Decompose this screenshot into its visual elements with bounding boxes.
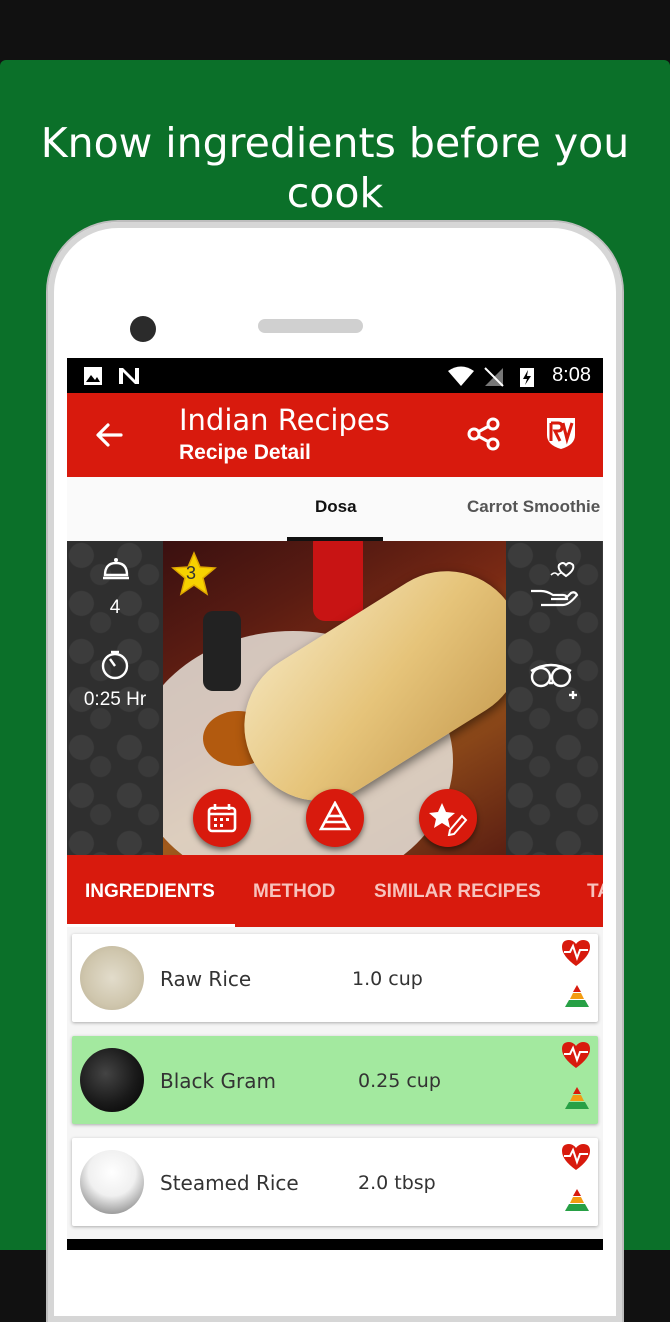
servings-icon [103, 558, 129, 580]
app-title: Indian Recipes [179, 403, 390, 437]
recipe-hero: 3 4 0:25 Hr [67, 541, 603, 855]
app-bar: Indian Recipes Recipe Detail [67, 393, 603, 477]
star-edit-icon [429, 803, 468, 836]
heart-health-icon[interactable] [560, 1142, 592, 1172]
front-camera [130, 316, 156, 342]
add-to-list-owl-icon[interactable] [529, 663, 579, 703]
servings-count: 4 [109, 597, 121, 618]
schedule-button[interactable] [193, 789, 251, 847]
ingredient-name: Black Gram [160, 1069, 276, 1093]
food-pyramid-icon[interactable] [564, 1188, 590, 1212]
ingredient-name: Steamed Rice [160, 1171, 299, 1195]
ingredient-quantity: 2.0 tbsp [358, 1172, 436, 1194]
donate-heart-icon[interactable] [529, 561, 581, 611]
battery-charging-icon [520, 368, 534, 387]
heart-health-icon[interactable] [560, 1040, 592, 1070]
cook-time: 0:25 Hr [83, 689, 147, 710]
app-screen: 8:08 Indian Recipes Recipe Detail Dosa C… [67, 358, 603, 1250]
heart-health-icon[interactable] [560, 938, 592, 968]
rate-recipe-button[interactable] [419, 789, 477, 847]
promo-headline-line1: Know ingredients before you [40, 119, 630, 167]
tab-carrot-smoothie[interactable]: Carrot Smoothie [467, 497, 600, 517]
timer-icon [101, 650, 129, 680]
promo-headline-line2: cook [286, 169, 384, 217]
no-signal-icon [484, 367, 504, 387]
share-icon[interactable] [467, 417, 501, 451]
rating-value: 3 [186, 563, 197, 583]
page-subtitle: Recipe Detail [179, 441, 311, 464]
tab-dosa[interactable]: Dosa [315, 497, 357, 517]
tab-similar-recipes[interactable]: SIMILAR RECIPES [374, 881, 541, 903]
shaker-shape [203, 611, 241, 691]
tab-ingredients[interactable]: INGREDIENTS [85, 881, 215, 903]
ingredient-quantity: 0.25 cup [358, 1070, 441, 1092]
food-pyramid-icon[interactable] [564, 984, 590, 1008]
ingredient-row[interactable]: Steamed Rice 2.0 tbsp [72, 1138, 598, 1226]
image-notification-icon [84, 367, 102, 385]
food-pyramid-icon [319, 801, 351, 831]
ingredient-row[interactable]: Black Gram 0.25 cup [72, 1036, 598, 1124]
calendar-icon [207, 804, 237, 833]
food-pyramid-icon[interactable] [564, 1086, 590, 1110]
status-bar: 8:08 [67, 358, 603, 393]
wifi-icon [448, 366, 474, 386]
promo-headline: Know ingredients before you cook [0, 118, 670, 218]
ingredient-row[interactable]: Raw Rice 1.0 cup [72, 934, 598, 1022]
steamed-rice-image [80, 1150, 144, 1214]
brand-logo-icon[interactable] [544, 415, 578, 451]
raw-rice-image [80, 946, 144, 1010]
recipe-tab-strip: Dosa Carrot Smoothie [67, 477, 603, 541]
nutrition-pyramid-button[interactable] [306, 789, 364, 847]
back-arrow-icon[interactable] [93, 419, 125, 451]
n-notification-icon [119, 368, 139, 384]
tab-truncated[interactable]: TA [587, 881, 603, 903]
status-time: 8:08 [552, 364, 591, 386]
earpiece-speaker [258, 319, 363, 333]
detail-tab-strip: INGREDIENTS METHOD SIMILAR RECIPES TA [67, 855, 603, 927]
ingredient-quantity: 1.0 cup [352, 968, 423, 990]
bottle-shape [313, 541, 363, 621]
tab-method[interactable]: METHOD [253, 881, 335, 903]
ingredient-name: Raw Rice [160, 967, 252, 991]
detail-tab-indicator [67, 924, 235, 927]
black-gram-image [80, 1048, 144, 1112]
nav-bar-edge [67, 1239, 603, 1250]
